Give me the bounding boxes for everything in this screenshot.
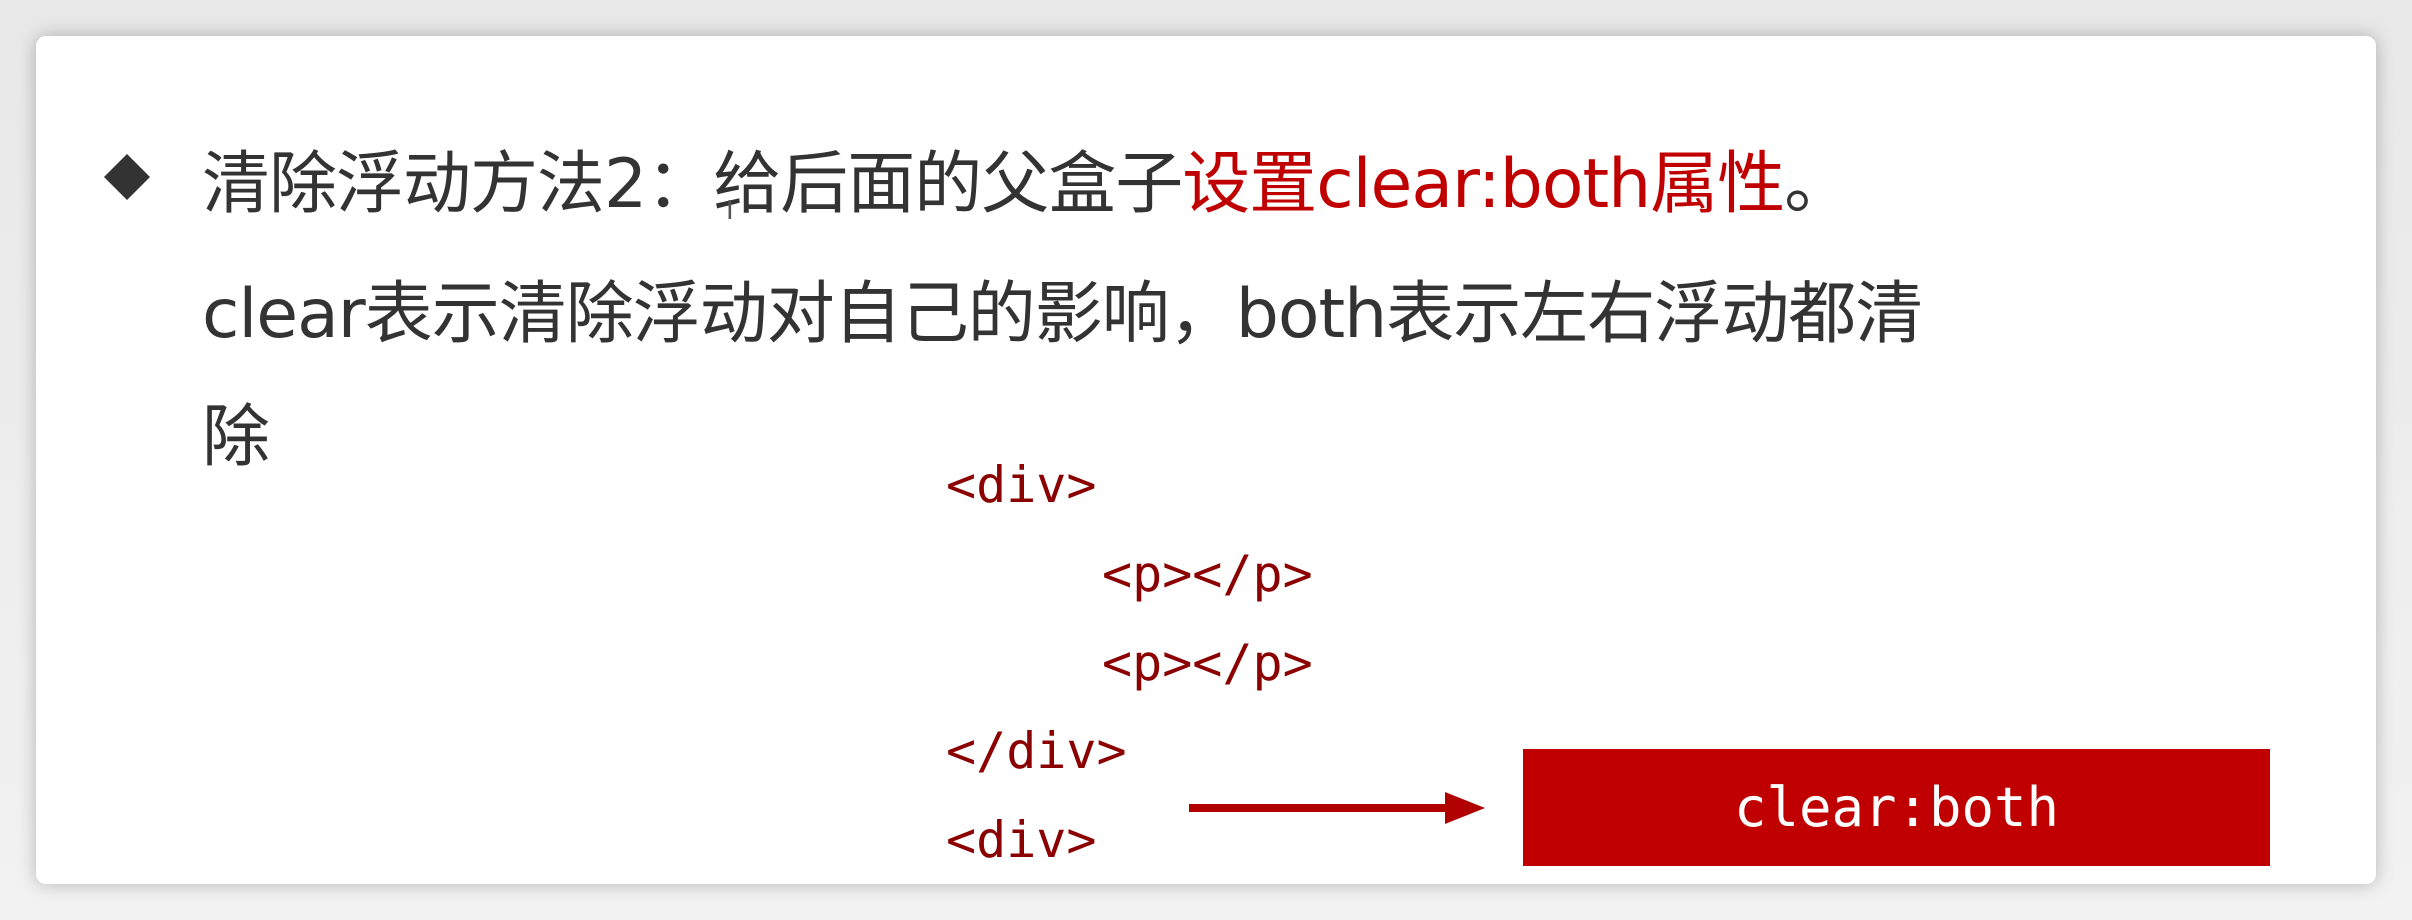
code-line-p: <p></p> bbox=[1102, 545, 1313, 603]
clear-both-label: clear:both bbox=[1523, 749, 2270, 866]
slide-card: 清除浮动方法2：给后面的父盒子设置clear:both属性。 I clear表示… bbox=[36, 36, 2376, 884]
text-line-1: 清除浮动方法2：给后面的父盒子设置clear:both属性。 bbox=[202, 128, 1852, 227]
code-line-p: <p></p> bbox=[1102, 634, 1313, 692]
text-highlight: 设置clear:both属性 bbox=[1182, 145, 1785, 224]
text-line-2: clear表示清除浮动对自己的影响，both表示左右浮动都清 bbox=[202, 275, 1923, 354]
text-cursor-icon: I bbox=[726, 196, 734, 226]
code-line-div-open-2: <div> bbox=[946, 811, 1097, 869]
arrow-right-icon bbox=[1189, 792, 1485, 824]
text-period: 。 bbox=[1784, 145, 1852, 224]
code-line-div-close: </div> bbox=[946, 722, 1127, 780]
diamond-icon bbox=[104, 154, 150, 200]
code-line-div-open: <div> bbox=[946, 456, 1097, 514]
text-plain: 清除浮动方法2：给后面的父盒子 bbox=[202, 145, 1183, 224]
text-line-3: 除 bbox=[202, 398, 270, 477]
